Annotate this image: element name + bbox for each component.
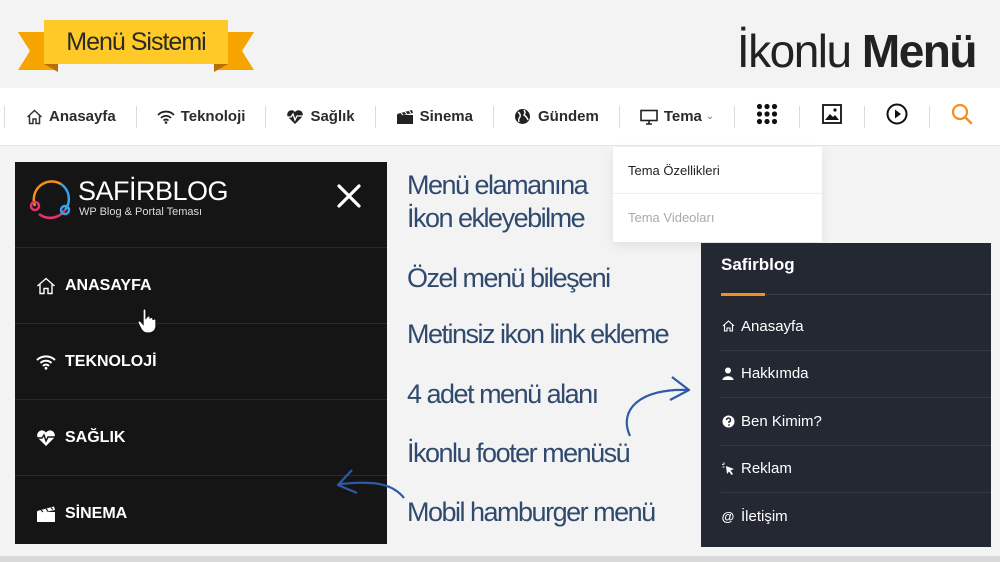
bottom-bar [0,556,1000,562]
nav-item-gundem[interactable]: Gündem [494,88,619,146]
footer-menu-item-label: Anasayfa [741,317,804,335]
nav-item-tema[interactable]: Tema ⌄ [620,88,734,146]
mobile-menu-item-saglik[interactable]: SAĞLIK [15,400,387,476]
home-icon [25,108,43,126]
nav-item-label: Teknoloji [180,108,246,125]
hand-cursor-icon [137,308,157,334]
mobile-menu-item-label: SAĞLIK [65,428,126,446]
at-icon: @ [721,509,735,525]
nav-item-anasayfa[interactable]: Anasayfa [5,88,136,146]
ribbon-label: Menü Sistemi [66,27,206,56]
brand-title-thin: İkonlu [736,25,852,77]
image-icon [822,104,843,129]
footer-menu-accent [721,293,765,296]
grid-icon-link[interactable] [735,88,799,146]
monitor-icon [640,108,658,126]
heartbeat-icon [35,428,57,448]
mobile-menu-header: SAFİRBLOG WP Blog & Portal Teması [15,162,387,248]
brand-title: İkonlu Menü [736,24,978,78]
feature-item: İkon ekleyebilme [407,203,586,233]
nav-item-label: Gündem [537,108,599,125]
mobile-menu-item-label: TEKNOLOJİ [65,352,157,370]
mobile-menu-item-label: ANASAYFA [65,276,152,294]
question-icon [721,415,735,428]
clapperboard-icon [396,108,414,126]
nav-item-label: Sinema [419,108,473,125]
chevron-down-icon: ⌄ [705,111,715,122]
pointer-icon [721,462,735,476]
feature-item: Metinsiz ikon link ekleme [407,319,670,349]
footer-menu-item-anasayfa[interactable]: Anasayfa [721,303,991,351]
dropdown-item-tema-videolari[interactable]: Tema Videoları [613,194,822,241]
close-icon[interactable] [335,182,363,210]
ribbon-badge: Menü Sistemi [18,18,254,76]
image-icon-link[interactable] [800,88,864,146]
footer-menu-item-label: Reklam [741,460,792,478]
dropdown-item-tema-ozellikleri[interactable]: Tema Özellikleri [613,147,822,194]
nav-item-teknoloji[interactable]: Teknoloji [137,88,266,146]
nav-item-label: Tema [663,108,702,125]
logo-text: SAFİRBLOG [78,176,229,206]
wifi-icon [35,352,57,372]
footer-menu-item-iletisim[interactable]: @ İletişim [721,493,991,541]
feature-item: Özel menü bileşeni [407,263,611,293]
tema-dropdown: Tema Özellikleri Tema Videoları [613,147,822,242]
mobile-menu-panel: SAFİRBLOG WP Blog & Portal Teması ANASAY… [15,162,387,544]
nav-item-label: Anasayfa [49,108,116,125]
mobile-menu-item-anasayfa[interactable]: ANASAYFA [15,248,387,324]
wifi-icon [157,108,175,126]
play-icon [886,103,908,130]
feature-item: Mobil hamburger menü [407,497,656,527]
feature-item: Menü elamanına [407,170,589,200]
logo-subtitle: WP Blog & Portal Teması [79,206,203,218]
feature-item: İkonlu footer menüsü [407,438,631,468]
main-navigation: Anasayfa Teknoloji Sağlık Sinema Gündem … [0,88,1000,146]
brand-title-bold: Menü [861,25,978,77]
home-icon [721,320,735,332]
footer-menu-item-label: Ben Kimim? [741,412,822,430]
mobile-menu-item-label: SİNEMA [65,504,128,522]
nav-item-label: Sağlık [310,108,355,125]
clapperboard-icon [35,504,57,524]
footer-menu-title: Safirblog [721,255,795,274]
nav-item-sinema[interactable]: Sinema [376,88,493,146]
footer-menu-item-label: Hakkımda [741,365,809,383]
logo-icon [29,180,71,220]
play-icon-link[interactable] [865,88,929,146]
mobile-menu-item-sinema[interactable]: SİNEMA [15,476,387,544]
footer-menu-panel: Safirblog Anasayfa Hakkımda Ben Kimim? R [701,243,991,547]
footer-menu-list: Anasayfa Hakkımda Ben Kimim? Reklam @ İl… [721,303,991,541]
grid-icon [756,103,778,130]
search-button[interactable] [930,88,994,146]
globe-icon [514,108,532,126]
footer-menu-item-ben-kimim[interactable]: Ben Kimim? [721,398,991,446]
footer-menu-item-hakkimda[interactable]: Hakkımda [721,351,991,398]
ribbon-band: Menü Sistemi [44,20,228,64]
nav-item-saglik[interactable]: Sağlık [266,88,374,146]
heartbeat-icon [286,108,304,126]
search-icon [951,103,973,130]
footer-menu-item-reklam[interactable]: Reklam [721,446,991,493]
mobile-menu-item-teknoloji[interactable]: TEKNOLOJİ [15,324,387,400]
home-icon [35,276,57,296]
header-banner: Menü Sistemi İkonlu Menü [0,0,1000,88]
feature-item: 4 adet menü alanı [407,379,599,409]
user-icon [721,367,735,381]
footer-menu-item-label: İletişim [741,508,788,526]
